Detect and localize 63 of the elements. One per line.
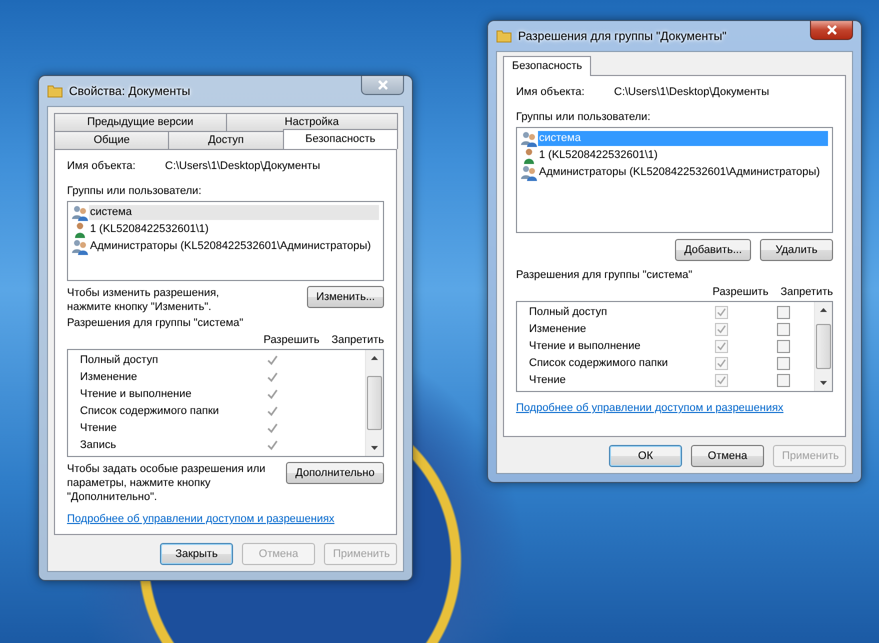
close-icon — [376, 80, 388, 90]
scrollbar[interactable] — [365, 350, 383, 456]
scrollbar[interactable] — [814, 302, 832, 391]
object-name-label: Имя объекта: — [67, 160, 137, 173]
permission-name: Чтение — [80, 422, 118, 435]
deny-header: Запретить — [780, 286, 833, 299]
permission-name: Список содержимого папки — [529, 357, 669, 370]
allow-header: Разрешить — [712, 286, 768, 299]
groups-label: Группы или пользователи: — [516, 111, 652, 124]
user-list-item[interactable]: система — [89, 205, 379, 220]
window-title: Разрешения для группы "Документы" — [518, 30, 728, 42]
permission-name: Полный доступ — [529, 306, 608, 319]
object-path: C:\Users\1\Desktop\Документы — [614, 86, 770, 99]
dialog-button[interactable]: Отмена — [691, 445, 764, 467]
deny-checkbox[interactable] — [776, 306, 790, 319]
scroll-down-icon[interactable] — [371, 446, 378, 450]
user-group-icon — [521, 164, 537, 180]
permission-name: Чтение и выполнение — [80, 388, 192, 401]
object-name-label: Имя объекта: — [516, 86, 586, 99]
list-action-button[interactable]: Удалить — [760, 239, 833, 261]
deny-checkbox[interactable] — [776, 340, 790, 353]
groups-label: Группы или пользователи: — [67, 185, 202, 198]
user-list-item[interactable]: 1 (KL5208422532601\1) — [89, 222, 379, 237]
tab[interactable]: Безопасность — [503, 56, 592, 76]
user-group-icon — [72, 238, 88, 254]
scroll-up-icon[interactable] — [820, 308, 827, 312]
folder-icon — [496, 28, 512, 44]
close-button[interactable] — [810, 21, 853, 40]
window-title: Свойства: Документы — [69, 84, 192, 98]
permission-name: Изменение — [80, 371, 138, 384]
deny-checkbox[interactable] — [776, 323, 790, 336]
user-icon — [72, 222, 88, 238]
permission-name: Чтение и выполнение — [529, 340, 642, 353]
permission-name: Чтение — [529, 374, 567, 387]
permission-name: Полный доступ — [80, 354, 160, 367]
scroll-up-icon[interactable] — [371, 356, 378, 360]
permission-name: Изменение — [529, 323, 588, 336]
permissions-label: Разрешения для группы "система" — [67, 317, 244, 330]
user-list-item[interactable]: Администраторы (KL5208422532601\Администраторы) — [89, 239, 379, 254]
help-link[interactable]: Подробнее об управлении доступом и разрешениях — [67, 513, 384, 526]
permissions-label: Разрешения для группы "система" — [516, 269, 694, 282]
object-path: C:\Users\1\Desktop\Документы — [165, 160, 320, 173]
user-icon — [521, 148, 537, 164]
change-button[interactable]: Изменить... — [307, 286, 384, 308]
user-group-icon — [72, 204, 88, 220]
deny-header: Запретить — [331, 334, 384, 347]
scroll-down-icon[interactable] — [820, 381, 827, 385]
deny-checkbox[interactable] — [776, 357, 790, 370]
list-action-button[interactable]: Добавить... — [675, 239, 751, 261]
user-group-icon — [521, 130, 537, 146]
user-list-item[interactable]: Администраторы (KL5208422532601\Администраторы) — [538, 165, 828, 180]
folder-icon — [47, 83, 63, 99]
user-list-item[interactable]: 1 (KL5208422532601\1) — [538, 148, 828, 163]
help-link[interactable]: Подробнее об управлении доступом и разрешениях — [516, 402, 833, 415]
dialog-button[interactable]: ОК — [609, 445, 682, 467]
allow-header: Разрешить — [263, 334, 320, 347]
deny-checkbox[interactable] — [776, 374, 790, 387]
permission-name: Список содержимого папки — [80, 405, 220, 418]
close-icon — [826, 25, 838, 35]
change-hint: Чтобы изменить разрешения, нажмите кнопку "Изменить". — [67, 286, 220, 314]
advanced-button[interactable]: Дополнительно — [286, 462, 384, 484]
advanced-hint: Чтобы задать особые разрешения или параметры, нажмите кнопку "Дополнительно". — [67, 462, 266, 504]
permission-name: Запись — [80, 439, 118, 452]
